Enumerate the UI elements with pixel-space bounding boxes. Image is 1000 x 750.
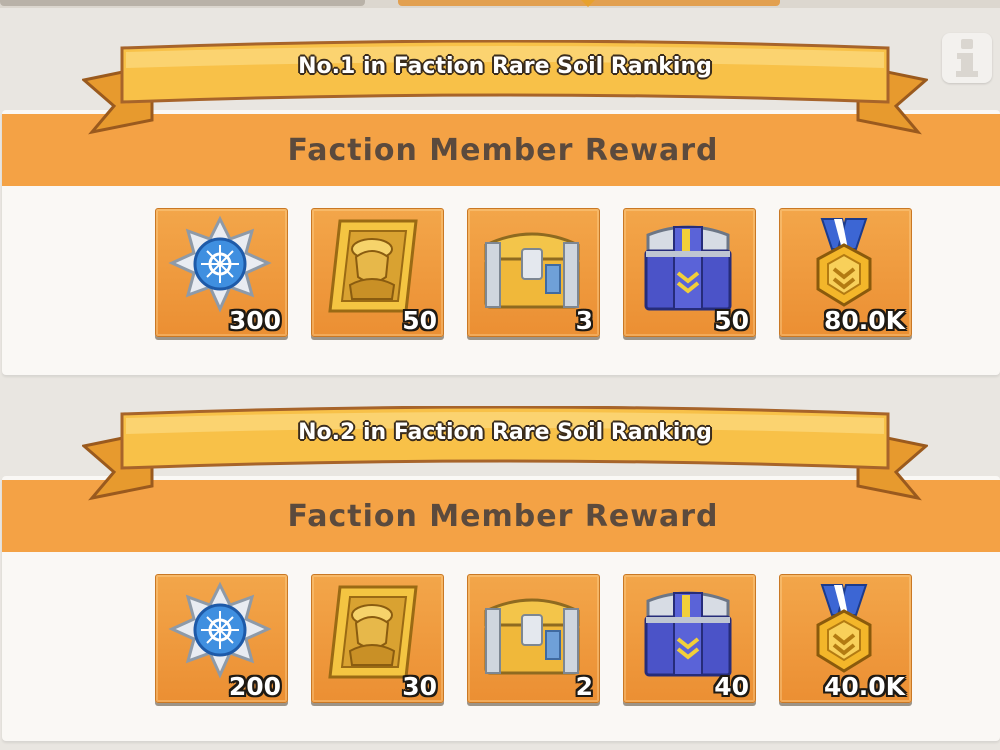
reward-items: 200 30 2 40 40.0K	[155, 574, 912, 703]
item-quantity: 2	[575, 672, 593, 701]
top-tab-left	[0, 0, 365, 6]
reward-items: 300 50 3 50 80.0K	[155, 208, 912, 337]
reward-label: Faction Member Reward	[287, 132, 719, 168]
item-quantity: 50	[714, 306, 749, 335]
item-quantity: 40.0K	[823, 672, 905, 701]
top-strip	[0, 0, 1000, 8]
supply-crate-icon	[644, 591, 732, 677]
reward-item[interactable]: 40	[623, 574, 756, 703]
info-icon	[956, 39, 978, 77]
item-quantity: 3	[575, 306, 593, 335]
item-quantity: 30	[402, 672, 437, 701]
golden-portrait-icon	[328, 219, 418, 313]
reward-item[interactable]: 2	[467, 574, 600, 703]
ranking-title: No.1 in Faction Rare Soil Ranking	[298, 54, 712, 79]
reward-item[interactable]: 40.0K	[779, 574, 912, 703]
reward-item[interactable]: 50	[311, 208, 444, 337]
item-quantity: 50	[402, 306, 437, 335]
gold-medal-icon	[816, 584, 872, 673]
ranking-ribbon: No.2 in Faction Rare Soil Ranking	[82, 406, 928, 502]
item-quantity: 300	[228, 306, 281, 335]
info-button[interactable]	[942, 33, 992, 83]
reward-item[interactable]: 3	[467, 208, 600, 337]
reward-item[interactable]: 200	[155, 574, 288, 703]
star-medal-icon	[168, 215, 272, 313]
reward-item[interactable]: 30	[311, 574, 444, 703]
gold-chest-icon	[484, 232, 580, 309]
reward-item[interactable]: 300	[155, 208, 288, 337]
ranking-title: No.2 in Faction Rare Soil Ranking	[298, 420, 712, 445]
item-quantity: 80.0K	[823, 306, 905, 335]
supply-crate-icon	[644, 225, 732, 311]
item-quantity: 200	[228, 672, 281, 701]
gold-chest-icon	[484, 598, 580, 675]
item-quantity: 40	[714, 672, 749, 701]
gold-medal-icon	[816, 218, 872, 307]
reward-item[interactable]: 80.0K	[779, 208, 912, 337]
reward-item[interactable]: 50	[623, 208, 756, 337]
golden-portrait-icon	[328, 585, 418, 679]
reward-label: Faction Member Reward	[287, 498, 719, 534]
ranking-ribbon: No.1 in Faction Rare Soil Ranking	[82, 40, 928, 136]
star-medal-icon	[168, 581, 272, 679]
